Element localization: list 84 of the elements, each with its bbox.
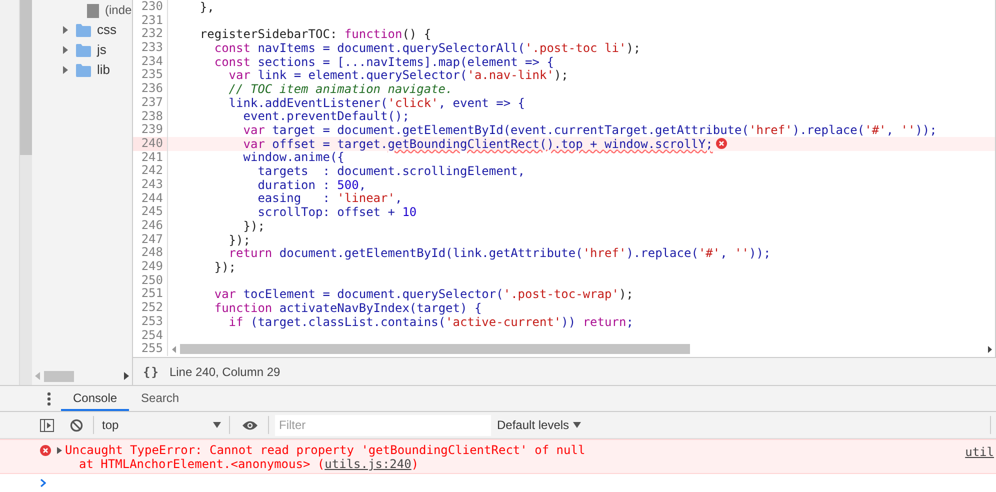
line-number: 236 <box>133 82 168 96</box>
line-number: 250 <box>133 274 168 288</box>
line-number: 254 <box>133 328 168 342</box>
line-number: 249 <box>133 260 168 274</box>
folder-icon <box>76 22 91 38</box>
code-line: function activateNavByIndex(target) { <box>213 300 482 315</box>
code-line: scrollTop: offset + 10 <box>256 205 417 220</box>
expand-arrow-icon[interactable] <box>62 66 70 74</box>
line-number: 234 <box>133 54 168 68</box>
line-number: 255 <box>133 342 168 356</box>
code-line: return document.getElementById(link.getAttribute('href').replace('#', '')); <box>228 246 771 260</box>
code-line: targets : document.scrollingElement, <box>256 164 526 178</box>
scrollbar-thumb[interactable] <box>20 0 32 155</box>
code-line: }, <box>198 0 214 14</box>
prompt-chevron-icon <box>40 479 46 487</box>
folder-name[interactable]: js <box>97 40 106 60</box>
line-number: 243 <box>133 178 168 192</box>
line-number: 233 <box>133 41 168 55</box>
line-number: 230 <box>133 0 168 14</box>
context-selector[interactable]: top <box>94 416 229 434</box>
code-line: // TOC item animation navigate. <box>228 82 453 96</box>
code-line: var target = document.getElementById(event.currentTarget.getAttribute('href').replace('#', '')); <box>242 123 937 138</box>
pretty-print-button[interactable]: {} <box>143 362 160 380</box>
code-line: registerSidebarTOC: function() { <box>198 27 432 42</box>
folder-icon <box>76 42 91 58</box>
code-line: if (target.classList.contains('active-current')) return; <box>228 314 634 329</box>
line-number: 238 <box>133 110 168 124</box>
line-number: 244 <box>133 192 168 206</box>
source-link[interactable]: util <box>965 443 994 461</box>
folder-name[interactable]: css <box>97 20 116 40</box>
folder-icon <box>76 62 91 78</box>
code-line: link.addEventListener('click', event => { <box>228 96 526 110</box>
more-options-icon[interactable] <box>47 392 51 406</box>
code-line: var tocElement = document.querySelector('.post-toc-wrap'); <box>213 287 634 302</box>
source-link[interactable]: utils.js:240 <box>324 457 412 471</box>
line-number: 246 <box>133 219 168 233</box>
line-number: 240 <box>133 136 168 151</box>
expand-arrow-icon[interactable] <box>62 26 70 34</box>
line-number: 251 <box>133 287 168 302</box>
file-name[interactable]: (inde <box>105 1 132 19</box>
line-number: 232 <box>133 27 168 42</box>
code-line: easing : 'linear', <box>256 191 402 206</box>
stack-trace: at HTMLAnchorElement.<anonymous> (utils.js:240) <box>78 457 420 471</box>
code-line: const navItems = document.querySelectorAll('.post-toc li'); <box>214 40 641 55</box>
scrollbar-thumb[interactable] <box>180 344 690 354</box>
dropdown-arrow-icon <box>573 422 582 428</box>
line-number: 235 <box>133 68 168 82</box>
line-number: 242 <box>133 164 168 178</box>
drawer-tab[interactable]: Search <box>129 386 192 411</box>
folder-name[interactable]: lib <box>97 60 110 80</box>
line-number: 231 <box>133 14 168 28</box>
code-line: const sections = [...navItems].map(element => { <box>213 54 554 69</box>
expand-arrow-icon[interactable] <box>57 447 62 454</box>
code-line: }); <box>242 218 265 233</box>
line-number: 248 <box>133 246 168 260</box>
filter-field[interactable]: Filter <box>275 414 491 436</box>
log-levels-dropdown[interactable]: Default levels <box>497 416 582 434</box>
error-icon <box>40 445 51 456</box>
code-line: window.anime({ <box>242 150 344 164</box>
scroll-left-icon[interactable] <box>172 346 176 353</box>
vertical-scrollbar[interactable] <box>20 0 32 385</box>
code-line: var link = element.querySelector('a.nav-link'); <box>228 68 568 82</box>
code-line: duration : 500, <box>256 178 366 192</box>
scroll-right-icon[interactable] <box>124 372 129 380</box>
code-line: }); <box>228 232 250 247</box>
cursor-position: Line 240, Column 29 <box>169 364 280 380</box>
line-number: 253 <box>133 314 168 328</box>
scrollbar-thumb[interactable] <box>44 370 74 382</box>
scroll-right-icon[interactable] <box>988 346 992 353</box>
eye-icon[interactable] <box>242 420 258 430</box>
line-number: 252 <box>133 301 168 315</box>
dropdown-arrow-icon <box>213 422 221 428</box>
line-number: 237 <box>133 96 168 110</box>
line-number: 241 <box>133 150 168 164</box>
clear-console-icon[interactable] <box>70 418 83 432</box>
file-icon <box>87 2 99 18</box>
line-number: 245 <box>133 205 168 219</box>
error-text: Uncaught TypeError: Cannot read property 'getBoundingClientRect' of null <box>65 443 586 457</box>
line-number: 247 <box>133 232 168 246</box>
code-line: }); <box>213 260 236 274</box>
code-line: event.preventDefault(); <box>242 109 410 124</box>
expand-arrow-icon[interactable] <box>62 46 70 54</box>
code-line: var offset = target.getBoundingClientRect().top + window.scrollY; <box>242 136 713 151</box>
sidebar-toggle-icon[interactable] <box>40 418 54 432</box>
